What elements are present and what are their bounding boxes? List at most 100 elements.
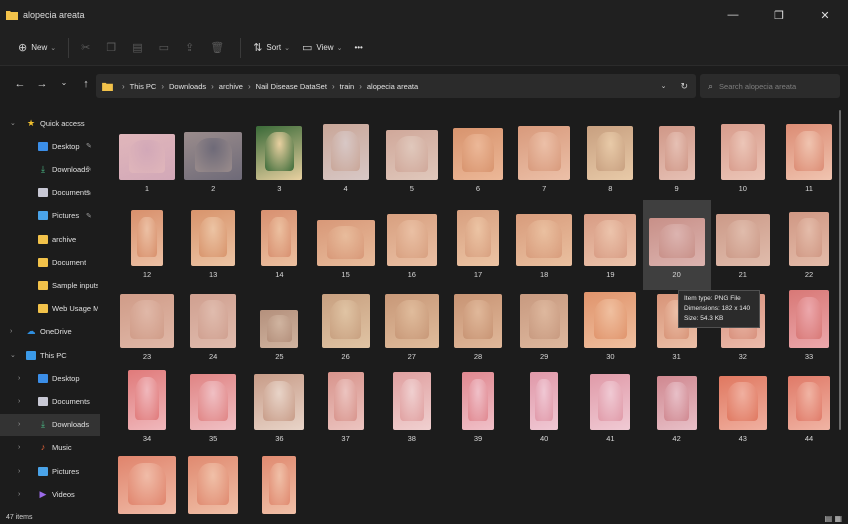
file-tile[interactable]: 7 (510, 114, 578, 204)
file-tile[interactable]: 27 (378, 282, 446, 372)
recent-locations-chevron-icon[interactable]: ⌄ (54, 78, 74, 90)
file-tile[interactable]: 41 (576, 364, 644, 454)
breadcrumb-alopecia-areata[interactable]: alopecia areata (367, 82, 418, 91)
file-tile[interactable]: 16 (378, 200, 446, 290)
breadcrumb-train[interactable]: train (340, 82, 355, 91)
sidebar-item-videos[interactable]: › ▶ Videos (0, 483, 100, 505)
sidebar-item-document[interactable]: Document (0, 251, 100, 273)
search-box[interactable]: ⌕ (700, 74, 840, 98)
new-button[interactable]: ⊕ New ⌄ (12, 36, 62, 60)
file-tile[interactable]: 44 (775, 364, 843, 454)
file-tile[interactable]: 22 (775, 200, 843, 290)
file-tile[interactable]: 30 (576, 282, 644, 372)
file-tile[interactable]: 18 (510, 200, 578, 290)
file-tile[interactable]: 6 (444, 114, 512, 204)
file-tile[interactable]: 17 (444, 200, 512, 290)
chevron-right-icon[interactable]: › (18, 375, 20, 382)
more-options-button[interactable]: ••• (348, 36, 368, 60)
file-tile[interactable]: 8 (576, 114, 644, 204)
breadcrumb-archive[interactable]: archive (219, 82, 243, 91)
sidebar-item-quick-access[interactable]: ⌄ ★ Quick access (0, 112, 100, 134)
file-tile[interactable]: 20 (642, 200, 711, 290)
cut-button[interactable]: ✂ (75, 36, 100, 60)
file-tile[interactable]: 36 (245, 364, 313, 454)
sidebar-item-web-usage-mir[interactable]: Web Usage Mir (0, 298, 100, 320)
back-arrow-icon[interactable]: ← (10, 78, 30, 90)
file-tile[interactable]: 15 (312, 200, 380, 290)
file-tile[interactable]: 21 (709, 200, 777, 290)
minimize-button[interactable]: — (710, 0, 756, 30)
breadcrumb-this-pc[interactable]: This PC (130, 82, 157, 91)
sidebar-item-desktop[interactable]: Desktop ✎ (0, 135, 100, 157)
vertical-scrollbar[interactable] (836, 106, 844, 516)
file-tile[interactable]: 4 (312, 114, 380, 204)
file-tile[interactable]: 5 (378, 114, 446, 204)
file-tile[interactable]: 33 (775, 282, 843, 372)
chevron-right-icon[interactable]: › (18, 444, 20, 451)
file-tile[interactable]: 2 (179, 114, 247, 204)
chevron-right-icon[interactable]: › (18, 491, 20, 498)
breadcrumb-nail-disease-dataset[interactable]: Nail Disease DataSet (256, 82, 327, 91)
file-tile[interactable]: 26 (312, 282, 380, 372)
sidebar-item-documents[interactable]: Documents ✎ (0, 182, 100, 204)
file-tile[interactable]: 13 (179, 200, 247, 290)
sidebar-item-documents[interactable]: › Documents (0, 390, 100, 412)
sidebar-item-downloads[interactable]: › ⤓ Downloads (0, 413, 100, 436)
rename-button[interactable]: ▭ (153, 36, 179, 60)
file-tile[interactable] (245, 448, 313, 524)
file-tile[interactable]: 39 (444, 364, 512, 454)
file-tile[interactable]: 10 (709, 114, 777, 204)
file-tile[interactable]: 12 (113, 200, 181, 290)
file-tile[interactable]: 9 (643, 114, 711, 204)
file-tile[interactable]: 25 (245, 282, 313, 372)
sidebar-item-this-pc[interactable]: ⌄ This PC (0, 344, 100, 366)
file-tile[interactable]: 34 (113, 364, 181, 454)
sidebar-item-music[interactable]: › ♪ Music (0, 437, 100, 459)
file-tile[interactable]: 37 (312, 364, 380, 454)
address-bar[interactable]: › This PC › Downloads › archive › Nail D… (96, 74, 696, 98)
sidebar-item-desktop[interactable]: › Desktop (0, 367, 100, 389)
file-tile[interactable]: 1 (113, 114, 181, 204)
chevron-right-icon[interactable]: › (18, 468, 20, 475)
sort-button[interactable]: ⇅ Sort ⌄ (247, 36, 296, 60)
view-toggle-icons[interactable]: ▤ ▦ (825, 514, 842, 523)
chevron-right-icon[interactable]: › (18, 421, 20, 428)
file-tile[interactable]: 28 (444, 282, 512, 372)
file-tile[interactable]: 14 (245, 200, 313, 290)
file-tile[interactable]: 11 (775, 114, 843, 204)
sidebar-item-downloads[interactable]: ⤓ Downloads ✎ (0, 158, 100, 180)
file-tile[interactable]: 35 (179, 364, 247, 454)
chevron-down-icon[interactable]: ⌄ (10, 351, 16, 359)
file-tile[interactable]: 42 (643, 364, 711, 454)
close-button[interactable]: ✕ (802, 0, 848, 30)
file-tile[interactable]: 23 (113, 282, 181, 372)
file-tile[interactable]: 24 (179, 282, 247, 372)
up-arrow-icon[interactable]: ↑ (76, 78, 96, 90)
chevron-down-icon[interactable]: ⌄ (10, 119, 16, 127)
chevron-right-icon[interactable]: › (18, 398, 20, 405)
address-dropdown-chevron-icon[interactable]: ⌄ (661, 82, 667, 90)
file-tile[interactable]: 43 (709, 364, 777, 454)
file-tile[interactable]: 29 (510, 282, 578, 372)
file-tile[interactable] (179, 448, 247, 524)
delete-button[interactable]: 🗑 (204, 36, 234, 60)
paste-button[interactable]: ▤ (126, 36, 152, 60)
scrollbar-thumb[interactable] (839, 110, 841, 430)
share-button[interactable]: ⇪ (179, 36, 204, 60)
file-tile[interactable]: 19 (576, 200, 644, 290)
file-tile[interactable]: 40 (510, 364, 578, 454)
file-tile[interactable]: 3 (245, 114, 313, 204)
sidebar-item-pictures[interactable]: Pictures ✎ (0, 205, 100, 227)
file-tile[interactable]: 38 (378, 364, 446, 454)
sidebar-item-onedrive[interactable]: › ☁ OneDrive (0, 321, 100, 343)
forward-arrow-icon[interactable]: → (32, 78, 52, 90)
search-input[interactable] (719, 81, 830, 91)
maximize-button[interactable]: ❐ (756, 0, 802, 30)
breadcrumb-downloads[interactable]: Downloads (169, 82, 206, 91)
view-button[interactable]: ▭ View ⌄ (296, 36, 348, 60)
sidebar-item-sample-inputs[interactable]: Sample inputs (0, 274, 100, 296)
sidebar-item-pictures[interactable]: › Pictures (0, 460, 100, 482)
file-tile[interactable] (113, 448, 181, 524)
sidebar-item-archive[interactable]: archive (0, 228, 100, 250)
chevron-right-icon[interactable]: › (10, 328, 12, 335)
